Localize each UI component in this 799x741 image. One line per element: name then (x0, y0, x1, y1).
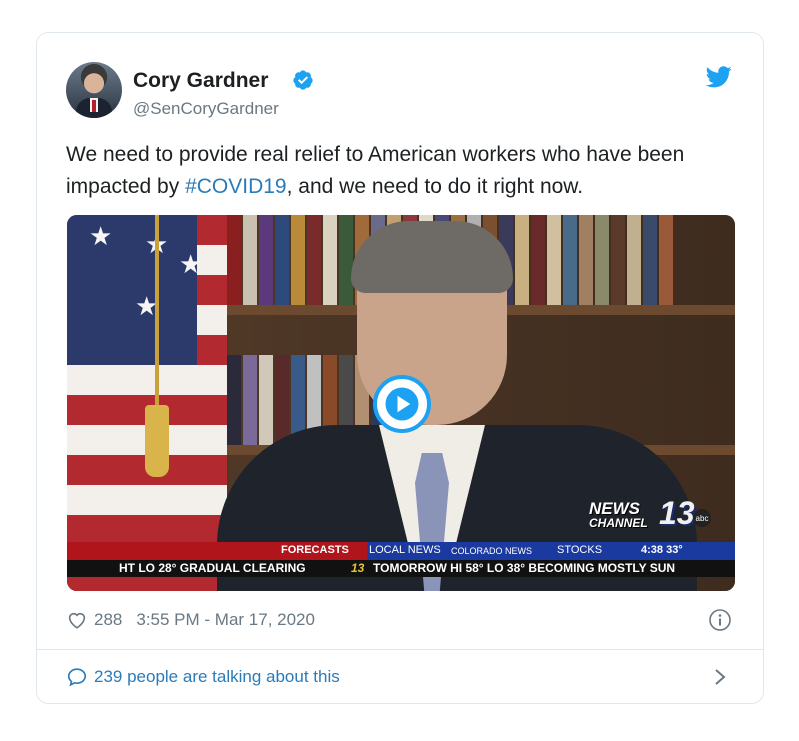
conversation-link[interactable]: 239 people are talking about this (66, 666, 340, 688)
avatar[interactable] (66, 62, 122, 118)
tweet-card[interactable]: Cory Gardner @SenCoryGardner We need to … (36, 32, 764, 704)
play-button[interactable] (373, 375, 431, 433)
timestamp[interactable]: 3:55 PM - Mar 17, 2020 (136, 610, 315, 630)
heart-icon[interactable] (66, 609, 88, 631)
chevron-right-icon[interactable] (711, 667, 729, 687)
tweet-text: We need to provide real relief to Americ… (66, 139, 736, 203)
divider (37, 649, 763, 650)
news-ticker-bottom: HT LO 28° GRADUAL CLEARING 13 TOMORROW H… (67, 560, 735, 577)
hashtag-link[interactable]: #COVID19 (185, 175, 287, 198)
like-count[interactable]: 288 (94, 610, 122, 630)
verified-badge-icon (293, 70, 313, 90)
tweet-meta: 288 3:55 PM - Mar 17, 2020 (66, 609, 315, 631)
author-name[interactable]: Cory Gardner (133, 69, 268, 93)
news-channel-logo: NEWS CHANNEL 13 abc (589, 495, 711, 531)
info-icon[interactable] (708, 608, 732, 632)
conversation-text[interactable]: 239 people are talking about this (94, 667, 340, 687)
video-player[interactable]: ★ ★ ★ ★ NEWS CHANNEL 13 abc FORECASTS LO… (67, 215, 735, 591)
news-ticker-top: FORECASTS LOCAL NEWS COLORADO NEWS STOCK… (67, 542, 735, 560)
twitter-bird-icon[interactable] (706, 66, 732, 88)
play-icon (385, 387, 419, 421)
speech-bubble-icon (67, 668, 87, 687)
author-handle[interactable]: @SenCoryGardner (133, 99, 279, 119)
tweet-text-part: , and we need to do it right now. (286, 175, 584, 198)
